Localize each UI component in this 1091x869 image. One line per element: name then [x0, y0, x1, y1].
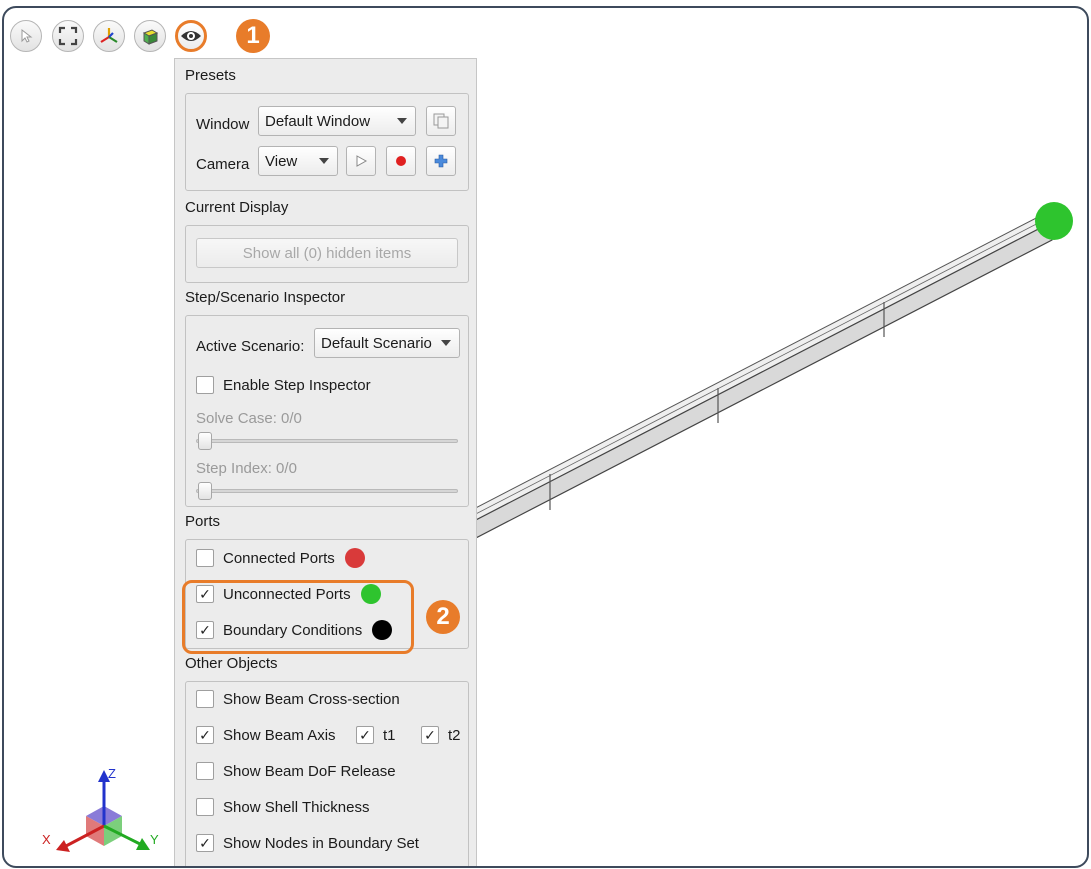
copy-preset-button[interactable] [426, 106, 456, 136]
checkbox-box[interactable] [196, 690, 214, 708]
presets-section-title: Presets [185, 67, 236, 84]
checkbox-box[interactable]: ✓ [196, 834, 214, 852]
active-scenario-label: Active Scenario: [196, 338, 305, 355]
camera-preset-dropdown[interactable]: View [258, 146, 338, 176]
show-beam-dof-release-label: Show Beam DoF Release [223, 762, 396, 780]
camera-label: Camera [196, 156, 250, 173]
add-camera-button[interactable] [426, 146, 456, 176]
beam-axis-line [467, 217, 1049, 519]
connected-ports-label: Connected Ports [223, 549, 335, 567]
3d-viewport[interactable]: Z X Y [4, 8, 1087, 866]
fit-view-icon [58, 26, 78, 46]
app-frame: Z X Y 1 Presets Window Default Window Ca… [2, 6, 1089, 868]
show-beam-axis-label: Show Beam Axis [223, 726, 336, 744]
presets-group: Window Default Window Camera View [185, 93, 469, 191]
solve-case-slider-track[interactable] [196, 439, 458, 443]
play-camera-button[interactable] [346, 146, 376, 176]
record-camera-button[interactable] [386, 146, 416, 176]
chevron-down-icon [319, 158, 329, 164]
ports-highlight-box [182, 580, 414, 654]
checkbox-box[interactable]: ✓ [356, 726, 374, 744]
checkbox-box[interactable]: ✓ [196, 726, 214, 744]
active-scenario-dropdown[interactable]: Default Scenario [314, 328, 460, 358]
select-pointer-icon [21, 28, 33, 43]
window-preset-dropdown[interactable]: Default Window [258, 106, 416, 136]
show-beam-dof-release-checkbox[interactable]: Show Beam DoF Release [196, 762, 396, 780]
chevron-down-icon [397, 118, 407, 124]
chevron-down-icon [441, 340, 451, 346]
play-icon [356, 155, 368, 167]
unconnected-port-marker [1035, 202, 1073, 240]
step-index-slider-handle[interactable] [198, 482, 212, 500]
t1-label: t1 [383, 726, 396, 744]
step-inspector-group: Active Scenario: Default Scenario Enable… [185, 315, 469, 507]
select-tool-button[interactable] [10, 20, 42, 52]
fit-view-button[interactable] [52, 20, 84, 52]
iso-view-button[interactable] [134, 20, 166, 52]
current-display-group: Show all (0) hidden items [185, 225, 469, 283]
window-preset-value: Default Window [265, 112, 371, 130]
beam-side-face [471, 221, 1053, 541]
axes-view-button[interactable] [93, 20, 125, 52]
display-options-button[interactable] [175, 20, 207, 52]
other-objects-group: Show Beam Cross-section ✓ Show Beam Axis… [185, 681, 469, 866]
show-shell-thickness-label: Show Shell Thickness [223, 798, 370, 816]
show-nodes-boundary-set-label: Show Nodes in Boundary Set [223, 834, 419, 852]
solve-case-label: Solve Case: 0/0 [196, 410, 302, 427]
record-icon [396, 156, 406, 166]
connected-ports-checkbox[interactable]: Connected Ports [196, 548, 365, 568]
eye-icon [181, 31, 201, 41]
copy-icon [433, 113, 449, 129]
show-beam-axis-checkbox[interactable]: ✓ Show Beam Axis [196, 726, 336, 744]
checkbox-box[interactable] [196, 376, 214, 394]
other-objects-section-title: Other Objects [185, 655, 278, 672]
show-shell-thickness-checkbox[interactable]: Show Shell Thickness [196, 798, 369, 816]
checkbox-box[interactable]: ✓ [421, 726, 439, 744]
t1-checkbox[interactable]: ✓ t1 [356, 726, 396, 744]
show-beam-cross-section-label: Show Beam Cross-section [223, 690, 400, 708]
axes-triad-icon [100, 28, 118, 43]
axis-x-label: X [42, 832, 51, 847]
axis-y-label: Y [150, 832, 159, 847]
current-display-section-title: Current Display [185, 199, 289, 216]
callout-badge-1: 1 [236, 19, 270, 53]
step-index-label: Step Index: 0/0 [196, 460, 297, 477]
t2-label: t2 [448, 726, 461, 744]
callout-badge-2: 2 [426, 600, 460, 634]
show-hidden-items-button[interactable]: Show all (0) hidden items [196, 238, 458, 268]
checkbox-box[interactable] [196, 549, 214, 567]
iso-cube-icon [142, 29, 159, 45]
plus-icon [434, 154, 448, 168]
display-options-panel: Presets Window Default Window Camera Vie… [174, 58, 477, 866]
enable-step-inspector-checkbox[interactable]: Enable Step Inspector [196, 376, 371, 394]
active-scenario-value: Default Scenario [321, 334, 432, 352]
checkbox-box[interactable] [196, 798, 214, 816]
show-nodes-boundary-set-checkbox[interactable]: ✓ Show Nodes in Boundary Set [196, 834, 419, 852]
step-index-slider-track[interactable] [196, 489, 458, 493]
enable-step-inspector-label: Enable Step Inspector [223, 376, 371, 394]
window-label: Window [196, 116, 250, 133]
axes-orientation-gizmo: Z X Y [42, 766, 159, 852]
beam-model[interactable] [463, 202, 1073, 541]
axis-z-label: Z [108, 766, 116, 781]
camera-preset-value: View [265, 152, 298, 170]
show-beam-cross-section-checkbox[interactable]: Show Beam Cross-section [196, 690, 400, 708]
step-inspector-section-title: Step/Scenario Inspector [185, 289, 346, 306]
checkbox-box[interactable] [196, 762, 214, 780]
solve-case-slider-handle[interactable] [198, 432, 212, 450]
ports-section-title: Ports [185, 513, 221, 530]
t2-checkbox[interactable]: ✓ t2 [421, 726, 461, 744]
connected-port-color-swatch [344, 548, 365, 568]
